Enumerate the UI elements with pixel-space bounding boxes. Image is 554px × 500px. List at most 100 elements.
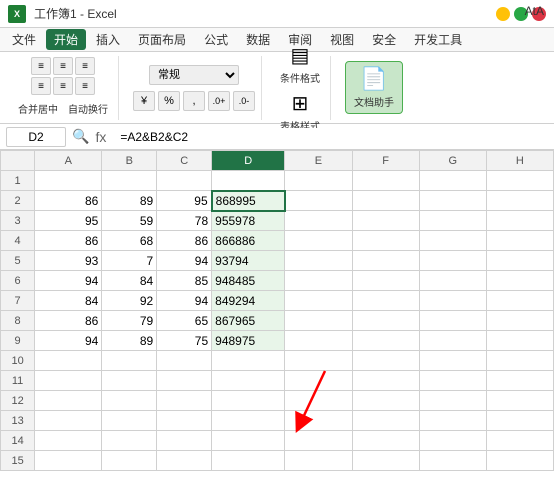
- cell-b8[interactable]: 79: [102, 311, 157, 331]
- cell-a2[interactable]: 86: [35, 191, 102, 211]
- cell-d15[interactable]: [212, 451, 285, 471]
- cell-reference-input[interactable]: [6, 127, 66, 147]
- cell-h3[interactable]: [486, 211, 553, 231]
- cell-e2[interactable]: [285, 191, 352, 211]
- col-header-a[interactable]: A: [35, 151, 102, 171]
- cell-a7[interactable]: 84: [35, 291, 102, 311]
- cell-g8[interactable]: [419, 311, 486, 331]
- cell-h11[interactable]: [486, 371, 553, 391]
- cell-b1[interactable]: [102, 171, 157, 191]
- cell-d4[interactable]: 866886: [212, 231, 285, 251]
- cell-f4[interactable]: [352, 231, 419, 251]
- cell-d2[interactable]: 868995: [212, 191, 285, 211]
- cell-a14[interactable]: [35, 431, 102, 451]
- col-header-g[interactable]: G: [419, 151, 486, 171]
- document-assistant-btn[interactable]: 📄 文档助手: [345, 61, 403, 114]
- cell-e6[interactable]: [285, 271, 352, 291]
- row-header-10[interactable]: 10: [1, 351, 35, 371]
- cell-c2[interactable]: 95: [157, 191, 212, 211]
- cell-g10[interactable]: [419, 351, 486, 371]
- align-mid-center-btn[interactable]: ≡: [53, 77, 73, 95]
- cell-c8[interactable]: 65: [157, 311, 212, 331]
- row-header-6[interactable]: 6: [1, 271, 35, 291]
- menu-file[interactable]: 文件: [4, 29, 44, 50]
- menu-page-layout[interactable]: 页面布局: [130, 29, 194, 50]
- cell-d14[interactable]: [212, 431, 285, 451]
- comma-btn[interactable]: ,: [183, 91, 205, 111]
- cell-a10[interactable]: [35, 351, 102, 371]
- row-header-11[interactable]: 11: [1, 371, 35, 391]
- cell-a8[interactable]: 86: [35, 311, 102, 331]
- cell-f11[interactable]: [352, 371, 419, 391]
- row-header-9[interactable]: 9: [1, 331, 35, 351]
- cell-c3[interactable]: 78: [157, 211, 212, 231]
- col-header-f[interactable]: F: [352, 151, 419, 171]
- cell-h2[interactable]: [486, 191, 553, 211]
- cell-b11[interactable]: [102, 371, 157, 391]
- formula-input[interactable]: [118, 128, 548, 146]
- cell-b12[interactable]: [102, 391, 157, 411]
- cell-g1[interactable]: [419, 171, 486, 191]
- cell-a12[interactable]: [35, 391, 102, 411]
- cell-c6[interactable]: 85: [157, 271, 212, 291]
- dec-decrease-btn[interactable]: .0-: [233, 91, 255, 111]
- merge-center-btn[interactable]: 合并居中: [14, 99, 62, 118]
- cell-e7[interactable]: [285, 291, 352, 311]
- cell-f1[interactable]: [352, 171, 419, 191]
- cell-g6[interactable]: [419, 271, 486, 291]
- cell-c12[interactable]: [157, 391, 212, 411]
- cell-h9[interactable]: [486, 331, 553, 351]
- cell-f2[interactable]: [352, 191, 419, 211]
- cell-g15[interactable]: [419, 451, 486, 471]
- cell-b13[interactable]: [102, 411, 157, 431]
- cell-d13[interactable]: [212, 411, 285, 431]
- cell-g11[interactable]: [419, 371, 486, 391]
- cell-h5[interactable]: [486, 251, 553, 271]
- formula-fx-icon[interactable]: fx: [95, 129, 106, 145]
- cell-e5[interactable]: [285, 251, 352, 271]
- number-format-select[interactable]: 常规 数值 文本: [149, 65, 239, 85]
- cell-h1[interactable]: [486, 171, 553, 191]
- cell-g9[interactable]: [419, 331, 486, 351]
- cell-f10[interactable]: [352, 351, 419, 371]
- cell-b6[interactable]: 84: [102, 271, 157, 291]
- cell-c13[interactable]: [157, 411, 212, 431]
- sheet-scroll[interactable]: A B C D E F G H 128689958689953955978955…: [0, 150, 554, 500]
- align-top-right-btn[interactable]: ≡: [75, 57, 95, 75]
- row-header-2[interactable]: 2: [1, 191, 35, 211]
- cell-a6[interactable]: 94: [35, 271, 102, 291]
- cell-d7[interactable]: 849294: [212, 291, 285, 311]
- cell-d9[interactable]: 948975: [212, 331, 285, 351]
- align-mid-left-btn[interactable]: ≡: [31, 77, 51, 95]
- cell-a3[interactable]: 95: [35, 211, 102, 231]
- cell-e1[interactable]: [285, 171, 352, 191]
- row-header-12[interactable]: 12: [1, 391, 35, 411]
- menu-start[interactable]: 开始: [46, 29, 86, 50]
- cell-g4[interactable]: [419, 231, 486, 251]
- cell-d12[interactable]: [212, 391, 285, 411]
- menu-formula[interactable]: 公式: [196, 29, 236, 50]
- cell-d10[interactable]: [212, 351, 285, 371]
- cell-b5[interactable]: 7: [102, 251, 157, 271]
- cell-h15[interactable]: [486, 451, 553, 471]
- cell-c1[interactable]: [157, 171, 212, 191]
- cell-b9[interactable]: 89: [102, 331, 157, 351]
- menu-security[interactable]: 安全: [364, 29, 404, 50]
- cell-e4[interactable]: [285, 231, 352, 251]
- cell-h8[interactable]: [486, 311, 553, 331]
- cell-e9[interactable]: [285, 331, 352, 351]
- row-header-13[interactable]: 13: [1, 411, 35, 431]
- cell-b4[interactable]: 68: [102, 231, 157, 251]
- dec-increase-btn[interactable]: .0+: [208, 91, 230, 111]
- cell-c9[interactable]: 75: [157, 331, 212, 351]
- row-header-5[interactable]: 5: [1, 251, 35, 271]
- cell-e15[interactable]: [285, 451, 352, 471]
- row-header-1[interactable]: 1: [1, 171, 35, 191]
- menu-developer[interactable]: 开发工具: [406, 29, 470, 50]
- cell-a15[interactable]: [35, 451, 102, 471]
- cell-h10[interactable]: [486, 351, 553, 371]
- cell-f12[interactable]: [352, 391, 419, 411]
- cell-a5[interactable]: 93: [35, 251, 102, 271]
- cell-d5[interactable]: 93794: [212, 251, 285, 271]
- col-header-b[interactable]: B: [102, 151, 157, 171]
